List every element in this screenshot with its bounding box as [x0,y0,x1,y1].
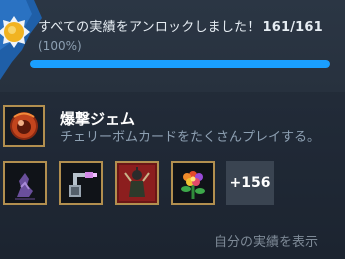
more-achievements-count[interactable]: +156 [226,161,274,205]
progress-title-text: すべての実績をアンロックしました！ [38,20,261,35]
bomb-gem-icon[interactable] [3,105,45,147]
progress-percent: (100%) [38,39,82,53]
robot-arm-icon[interactable] [59,161,103,205]
progress-count: 161/161 [262,20,323,35]
view-my-achievements-link[interactable]: 自分の実績を表示 [214,231,318,250]
purple-creature-icon[interactable] [3,161,47,205]
progress-bar [30,60,330,68]
red-figure-icon[interactable] [115,161,159,205]
flower-icon[interactable] [171,161,215,205]
achievement-description: チェリーボムカードをたくさんプレイする。 [60,130,321,145]
progress-bar-fill [30,60,330,68]
progress-title: すべての実績をアンロックしました！ 161/161 [38,16,323,35]
achievement-progress-panel: すべての実績をアンロックしました！ 161/161 (100%) [0,0,345,92]
completion-badge-icon [0,0,42,80]
